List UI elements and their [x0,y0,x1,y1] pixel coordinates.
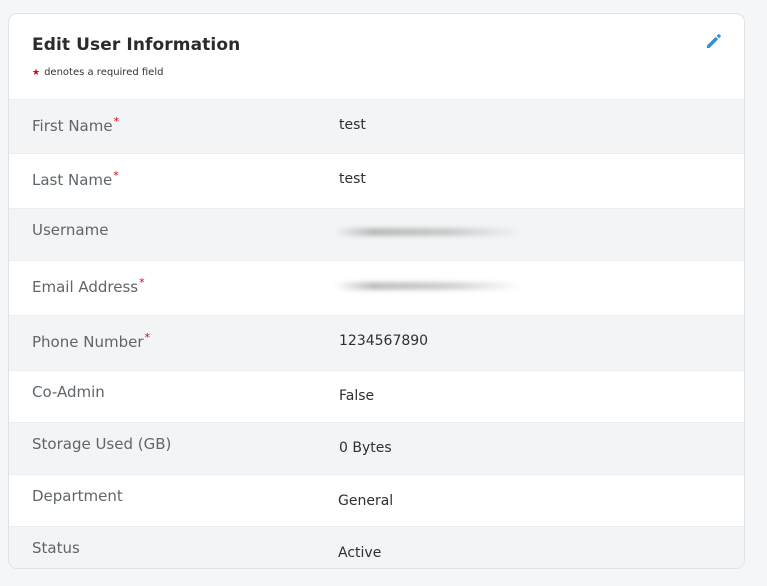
field-label: Last Name* [32,169,119,189]
card-title: Edit User Information [32,35,241,55]
field-row-storage-used: Storage Used (GB) 0 Bytes [9,422,744,474]
field-label: Storage Used (GB) [32,435,172,453]
required-asterisk: * [144,331,151,344]
card-header: Edit User Information ★ denotes a require… [9,14,744,99]
field-row-first-name: First Name* test [9,99,744,153]
field-label: Email Address* [32,276,145,296]
field-label: Status [32,539,80,557]
field-value: General [338,493,394,509]
required-star-icon: ★ [32,68,41,78]
field-value: test [339,117,366,133]
required-asterisk: * [139,276,145,289]
field-value: test [339,171,366,187]
field-label: First Name* [32,115,120,135]
field-label: Co-Admin [32,383,105,401]
required-field-note: ★ denotes a required field [32,67,163,78]
field-row-email: Email Address* [9,260,744,315]
required-note-text: denotes a required field [44,67,164,78]
field-label: Username [32,221,109,239]
edit-user-card: Edit User Information ★ denotes a require… [8,13,745,569]
field-row-co-admin: Co-Admin False [9,370,744,422]
redacted-username [335,228,521,236]
field-row-status: Status Active [9,526,744,568]
field-value: False [339,388,375,404]
user-fields-list: First Name* test Last Name* test Usernam… [9,99,744,568]
field-row-phone: Phone Number* 1234567890 [9,315,744,370]
edit-button[interactable] [704,31,724,51]
field-label: Department [32,487,123,505]
field-value: 0 Bytes [339,440,392,456]
required-asterisk: * [113,169,119,182]
field-row-department: Department General [9,474,744,526]
field-value: 1234567890 [339,333,429,349]
required-asterisk: * [113,115,120,128]
field-row-username: Username [9,208,744,260]
field-row-last-name: Last Name* test [9,153,744,208]
field-label: Phone Number* [32,331,150,351]
redacted-email [335,282,521,290]
pencil-icon [707,34,721,48]
field-value: Active [338,545,382,561]
